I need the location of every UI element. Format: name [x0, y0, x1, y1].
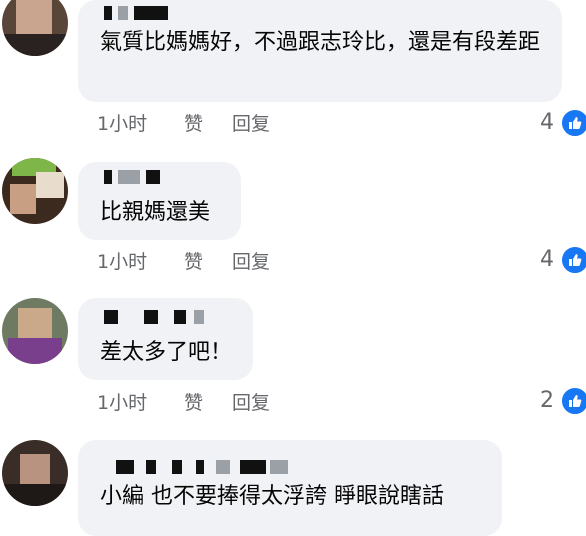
reply-button[interactable]: 回复 [232, 390, 270, 416]
comment-bubble: 小編 也不要捧得太浮誇 睜眼說瞎話 [78, 440, 502, 536]
comment-actions: 1小时 赞 回复 [97, 390, 577, 416]
like-button[interactable]: 赞 [184, 249, 203, 275]
reaction-count: 4 [540, 247, 554, 272]
reaction-summary[interactable]: 2 [526, 386, 586, 416]
comment-actions: 1小时 赞 回复 [97, 249, 577, 275]
commenter-avatar[interactable] [2, 298, 68, 364]
reaction-count: 4 [540, 110, 554, 135]
reaction-summary[interactable]: 4 [526, 108, 586, 138]
commenter-avatar[interactable] [2, 158, 68, 224]
comment-text: 氣質比媽媽好，不過跟志玲比，還是有段差距 [100, 30, 541, 55]
comment-bubble: 氣質比媽媽好，不過跟志玲比，還是有段差距 [78, 0, 562, 102]
comment-bubble: 比親媽還美 [78, 162, 241, 240]
reply-button[interactable]: 回复 [232, 111, 270, 137]
reaction-summary[interactable]: 4 [526, 245, 586, 275]
thumbs-up-icon [560, 108, 586, 138]
comment-bubble: 差太多了吧！ [78, 298, 253, 380]
reaction-count: 2 [540, 388, 554, 413]
like-button[interactable]: 赞 [184, 111, 203, 137]
comment-timestamp[interactable]: 1小时 [97, 249, 147, 275]
commenter-avatar[interactable] [2, 0, 68, 56]
reply-button[interactable]: 回复 [232, 249, 270, 275]
like-button[interactable]: 赞 [184, 390, 203, 416]
thumbs-up-icon [560, 245, 586, 275]
comment-timestamp[interactable]: 1小时 [97, 390, 147, 416]
comment-text: 小編 也不要捧得太浮誇 睜眼說瞎話 [100, 484, 444, 509]
commenter-avatar[interactable] [2, 440, 68, 506]
comment-text: 差太多了吧！ [100, 340, 233, 365]
comment-3: 差太多了吧！ 1小时 赞 回复 2 [0, 288, 586, 428]
comment-2: 比親媽還美 1小时 赞 回复 4 [0, 150, 586, 280]
comment-1: 氣質比媽媽好，不過跟志玲比，還是有段差距 1小时 赞 回复 4 [0, 0, 586, 145]
comment-4: 小編 也不要捧得太浮誇 睜眼說瞎話 [0, 430, 586, 536]
thumbs-up-icon [560, 386, 586, 416]
comment-timestamp[interactable]: 1小时 [97, 111, 147, 137]
comment-actions: 1小时 赞 回复 [97, 111, 577, 137]
comment-text: 比親媽還美 [100, 200, 211, 225]
